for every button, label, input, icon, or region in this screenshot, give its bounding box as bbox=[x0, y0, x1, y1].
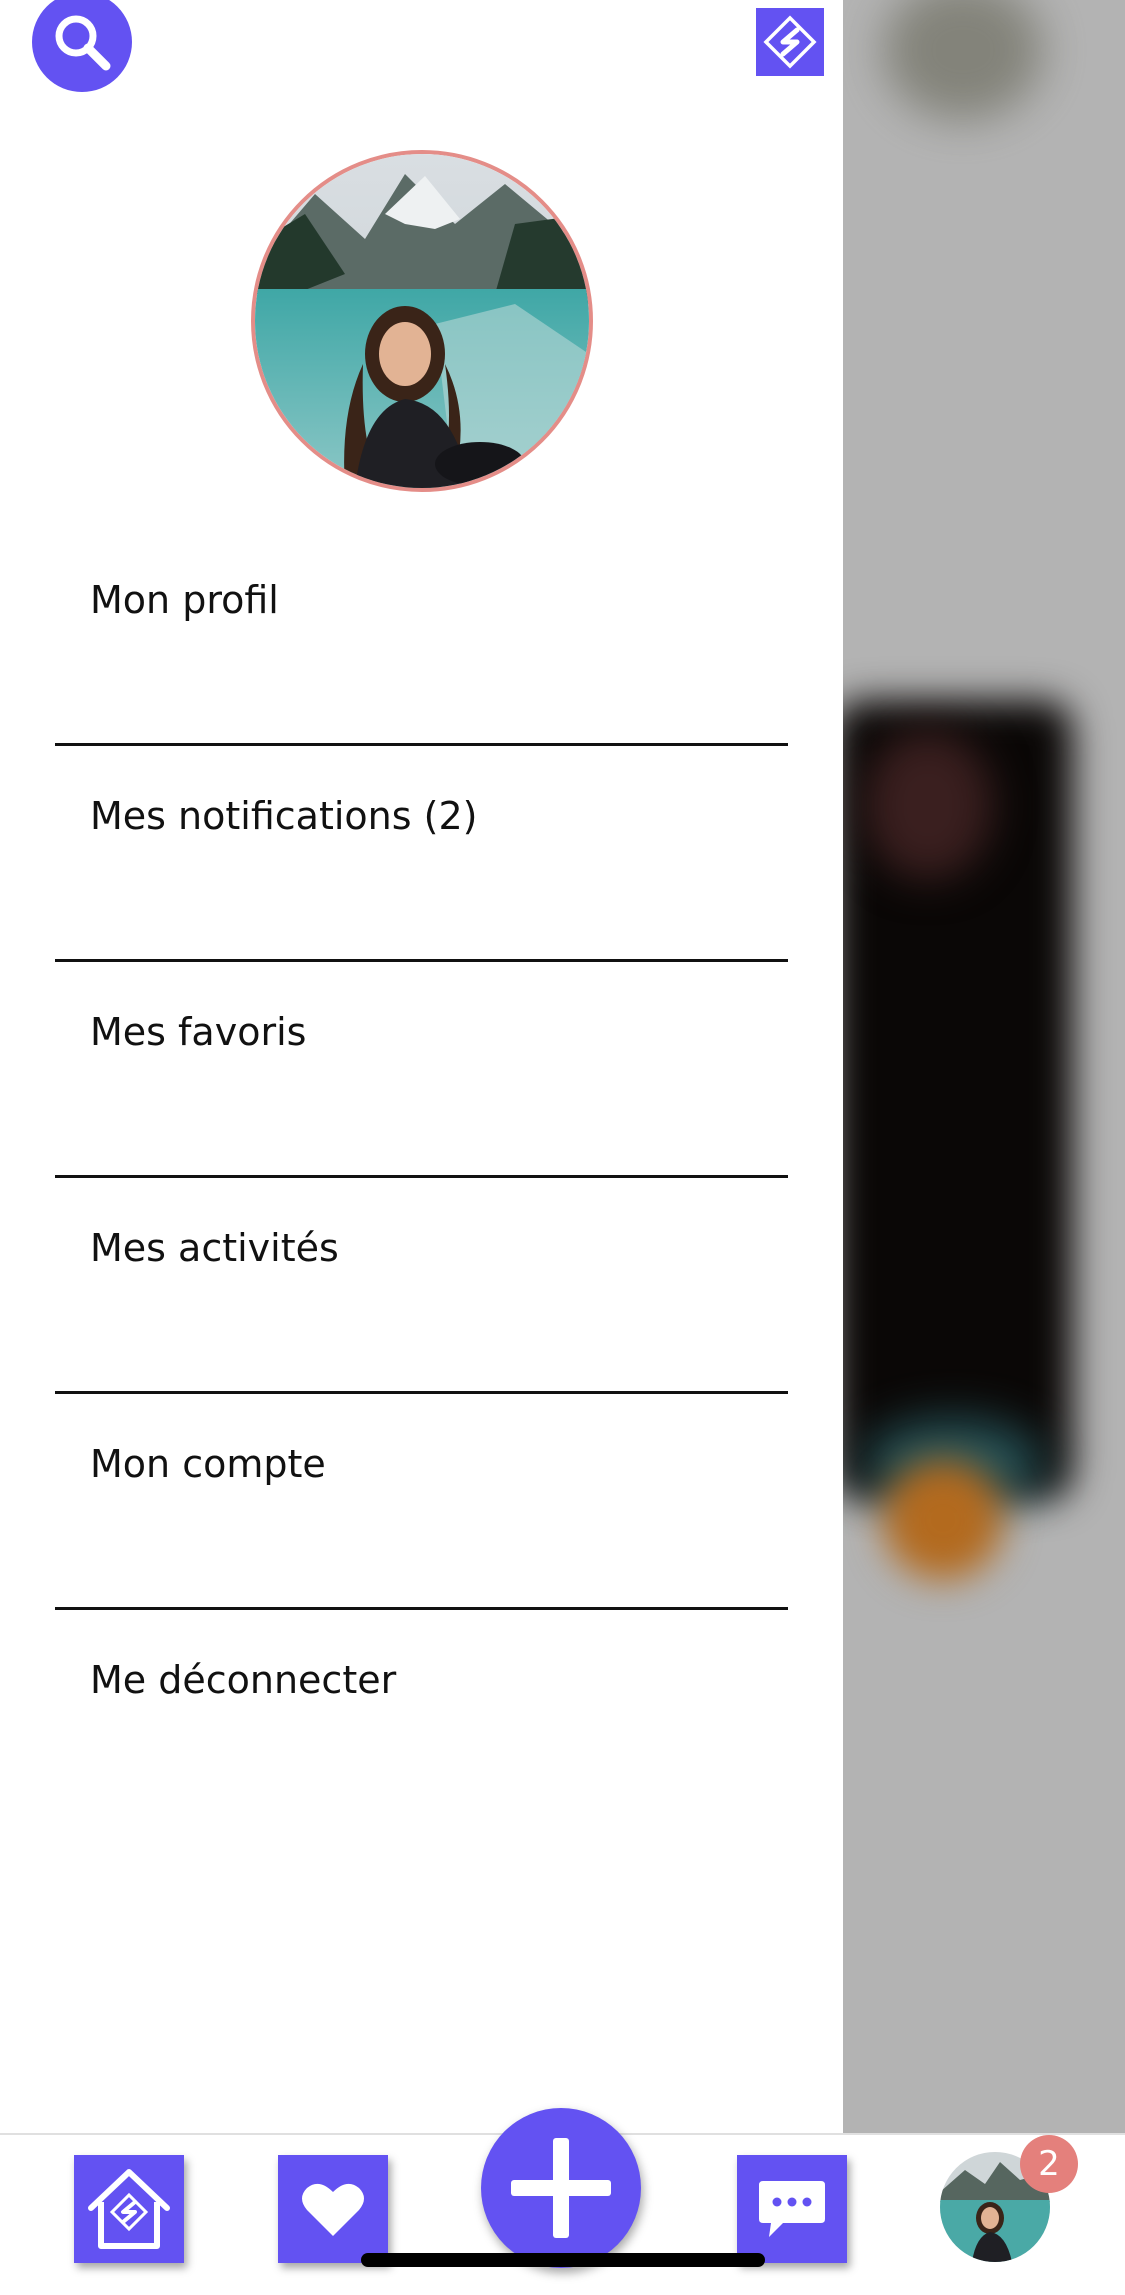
plus-icon bbox=[511, 2138, 611, 2238]
profile-photo-image bbox=[255, 154, 589, 488]
menu-item-label: Mes notifications (2) bbox=[90, 794, 478, 838]
app-logo[interactable] bbox=[756, 8, 824, 76]
create-button[interactable] bbox=[481, 2108, 641, 2268]
bottom-tab-bar: 2 bbox=[0, 2108, 1125, 2295]
menu-item-favorites[interactable]: Mes favoris bbox=[55, 962, 788, 1178]
menu-item-profile[interactable]: Mon profil bbox=[55, 530, 788, 746]
menu-item-label: Mes activités bbox=[90, 1226, 339, 1270]
heart-icon bbox=[302, 2183, 364, 2236]
background-blur-shape bbox=[883, 1460, 1003, 1580]
menu-item-account[interactable]: Mon compte bbox=[55, 1394, 788, 1610]
background-app-overlay[interactable] bbox=[843, 0, 1125, 2133]
notification-badge: 2 bbox=[1020, 2135, 1078, 2193]
menu-item-label: Me déconnecter bbox=[90, 1658, 397, 1702]
chat-icon bbox=[759, 2181, 825, 2237]
menu-item-label: Mes favoris bbox=[90, 1010, 307, 1054]
home-icon bbox=[88, 2169, 170, 2249]
menu-item-label: Mon compte bbox=[90, 1442, 326, 1486]
drawer-menu: Mon profil Mes notifications (2) Mes fav… bbox=[55, 530, 788, 1826]
menu-item-label: Mon profil bbox=[90, 578, 279, 622]
menu-item-notifications[interactable]: Mes notifications (2) bbox=[55, 746, 788, 962]
tab-home[interactable] bbox=[74, 2155, 184, 2263]
background-blur-shape bbox=[863, 730, 993, 880]
search-icon bbox=[55, 15, 111, 71]
background-blur-shape bbox=[883, 0, 1043, 120]
menu-item-activities[interactable]: Mes activités bbox=[55, 1178, 788, 1394]
logo-icon bbox=[763, 15, 817, 69]
side-drawer: Mon profil Mes notifications (2) Mes fav… bbox=[0, 0, 843, 2133]
search-button[interactable] bbox=[32, 0, 132, 92]
tab-favorites[interactable] bbox=[278, 2155, 388, 2263]
home-indicator[interactable] bbox=[361, 2253, 765, 2267]
menu-item-logout[interactable]: Me déconnecter bbox=[55, 1610, 788, 1826]
profile-photo[interactable] bbox=[251, 150, 593, 492]
tab-messages[interactable] bbox=[737, 2155, 847, 2263]
